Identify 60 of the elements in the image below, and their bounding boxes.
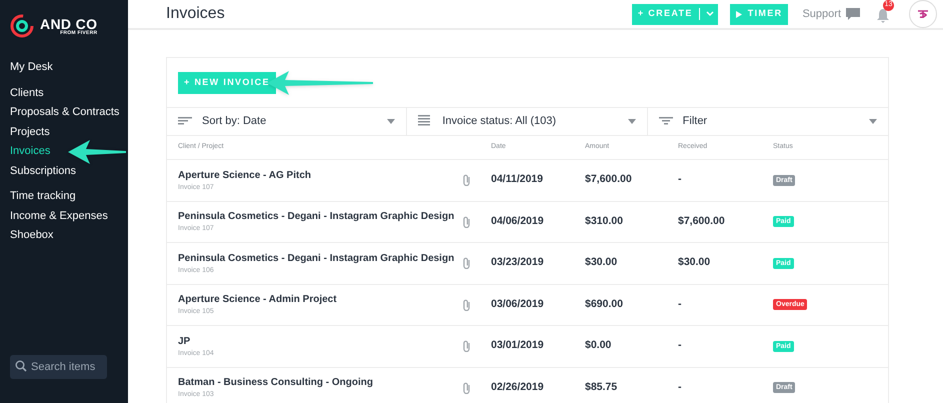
sidebar-item[interactable]: Subscriptions [10,162,118,181]
received-cell-text: - [678,172,682,188]
sidebar-item[interactable]: Time tracking [10,187,118,206]
caret-icon [387,119,396,124]
amount-cell-text: $30.00 [585,255,618,270]
amount-cell-text: $85.75 [585,380,618,395]
received-cell-text: - [678,296,682,312]
sidebar-item[interactable]: Clients [10,84,118,103]
received-cell-text: - [678,338,682,354]
received-cell-text: $7,600.00 [678,214,726,229]
received-cell-text: $30.00 [678,255,712,270]
amount-cell-text: $690.00 [585,296,624,312]
play-icon [736,10,742,18]
date-cell-text: 04/06/2019 [491,214,545,229]
sort-icon [178,116,192,126]
sidebar-item[interactable]: Shoebox [10,226,118,246]
filter-dropdown[interactable]: Filter [648,108,888,135]
client-project: JP [178,334,192,348]
page-title: Invoices [166,4,226,24]
client-project: Peninsula Cosmetics - Degani - Instagram Graphic Design [178,252,456,266]
bell-icon[interactable] [877,9,889,23]
chevron-down-icon [706,11,714,17]
paperclip-icon [462,382,472,394]
client-project: Peninsula Cosmetics - Degani - Instagram Graphic Design [178,210,456,224]
sidebar-item[interactable]: Invoices [10,142,118,162]
search-field[interactable]: Search items [10,355,107,379]
chat-icon [845,7,861,21]
received-cell-text: - [678,380,682,395]
avatar-logo-icon [917,9,929,19]
paperclip-icon [462,340,472,352]
logo-name: AND CO [40,16,98,30]
list-icon [418,115,432,128]
amount-cell-text: $310.00 [585,214,624,229]
caret-icon [868,119,877,124]
avatar[interactable] [909,0,937,28]
date-cell-text: 03/06/2019 [491,296,545,312]
amount-cell-text: $0.00 [585,338,612,354]
client-project: Aperture Science - Admin Project [178,293,338,307]
client-project: Aperture Science - AG Pitch [178,168,312,182]
client-project: Batman - Business Consulting - Ongoing [178,376,374,390]
date-cell-text: 02/26/2019 [491,380,545,395]
caret-icon [628,119,636,124]
arrow-annotation [68,139,126,165]
date-cell-text: 03/01/2019 [491,338,545,354]
date-cell-text: 04/11/2019 [491,172,544,188]
paperclip-icon [462,298,472,311]
date-cell-text: 03/23/2019 [491,255,545,270]
paperclip-icon [462,257,472,270]
paperclip-icon [462,174,472,186]
sidebar-item[interactable]: Income & Expenses [10,206,118,226]
search-icon [15,360,27,372]
sidebar-item[interactable]: Proposals & Contracts [10,103,118,122]
logo-icon [10,14,34,38]
filter-icon [658,116,673,126]
sidebar-item[interactable]: My Desk [10,58,118,78]
paperclip-icon [462,216,472,228]
filter-dropdown[interactable]: Invoice status: All (103) [407,108,648,135]
amount-cell-text: $7,600.00 [585,172,633,188]
filter-dropdown[interactable]: Sort by: Date [167,108,408,135]
sidebar-item[interactable]: Projects [10,122,118,142]
